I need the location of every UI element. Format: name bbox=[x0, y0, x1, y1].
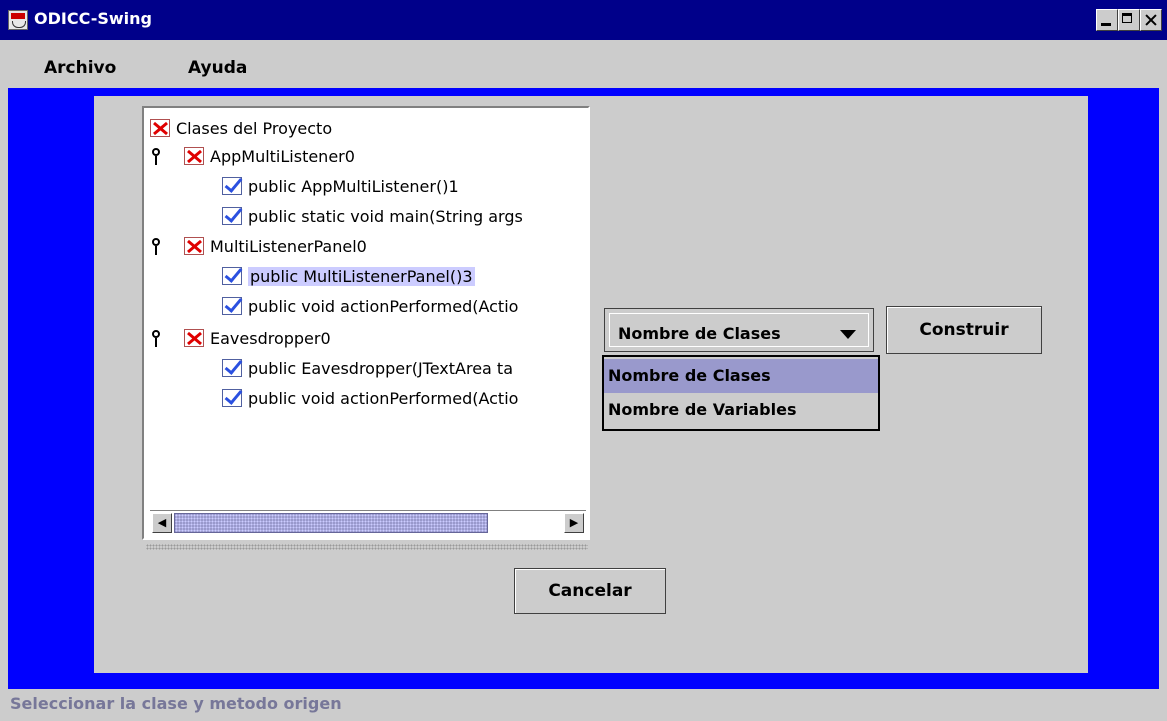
class-error-icon bbox=[150, 119, 170, 137]
chevron-down-icon[interactable] bbox=[840, 330, 856, 339]
combo-dropdown-list: Nombre de Clases Nombre de Variables bbox=[602, 355, 880, 431]
class-error-icon bbox=[184, 147, 204, 165]
window-title: ODICC-Swing bbox=[34, 9, 152, 28]
class-tree[interactable]: Clases del Proyecto AppMultiListener0 pu… bbox=[142, 106, 590, 540]
scroll-thumb[interactable] bbox=[174, 513, 488, 533]
method-check-icon bbox=[222, 177, 242, 195]
method-check-icon bbox=[222, 359, 242, 377]
menu-bar: Archivo Ayuda bbox=[0, 40, 1167, 88]
tree-method-row-selected[interactable]: public MultiListenerPanel()3 bbox=[222, 264, 475, 288]
combo-selected-value: Nombre de Clases bbox=[618, 324, 781, 343]
cancelar-button[interactable]: Cancelar bbox=[514, 568, 666, 614]
tree-method-label: public MultiListenerPanel()3 bbox=[248, 266, 475, 286]
scroll-right-icon[interactable]: ▶ bbox=[564, 513, 584, 533]
status-bar-text: Seleccionar la clase y metodo origen bbox=[10, 694, 342, 713]
method-check-icon bbox=[222, 389, 242, 407]
option-nombre-de-clases[interactable]: Nombre de Clases bbox=[604, 359, 878, 393]
resize-grip[interactable] bbox=[146, 544, 588, 550]
construir-button[interactable]: Construir bbox=[886, 306, 1042, 354]
class-error-icon bbox=[184, 237, 204, 255]
minimize-button[interactable] bbox=[1096, 9, 1118, 31]
tree-method-row[interactable]: public void actionPerformed(Actio bbox=[222, 294, 518, 318]
close-button[interactable] bbox=[1140, 9, 1162, 31]
tree-method-label: public static void main(String args bbox=[248, 206, 523, 226]
method-check-icon bbox=[222, 297, 242, 315]
tree-horizontal-scrollbar[interactable]: ◀ ▶ bbox=[150, 510, 586, 535]
tree-expand-handle-icon[interactable] bbox=[150, 330, 162, 348]
name-type-select[interactable]: Nombre de Clases bbox=[604, 308, 874, 352]
class-error-icon bbox=[184, 329, 204, 347]
tree-method-row[interactable]: public void actionPerformed(Actio bbox=[222, 386, 518, 410]
maximize-button[interactable] bbox=[1118, 9, 1140, 31]
combo-field[interactable]: Nombre de Clases bbox=[609, 313, 869, 347]
tree-method-row[interactable]: public static void main(String args bbox=[222, 204, 523, 228]
tree-method-label: public AppMultiListener()1 bbox=[248, 176, 459, 196]
tree-class-row[interactable]: MultiListenerPanel0 bbox=[184, 234, 367, 258]
tree-expand-handle-icon[interactable] bbox=[150, 148, 162, 166]
option-nombre-de-variables[interactable]: Nombre de Variables bbox=[604, 393, 878, 427]
title-bar: ODICC-Swing bbox=[0, 0, 1167, 40]
tree-method-label: public void actionPerformed(Actio bbox=[248, 296, 519, 316]
menu-ayuda[interactable]: Ayuda bbox=[188, 58, 247, 78]
scroll-left-icon[interactable]: ◀ bbox=[152, 513, 172, 533]
tree-root[interactable]: Clases del Proyecto bbox=[150, 116, 332, 140]
tree-class-row[interactable]: Eavesdropper0 bbox=[184, 326, 331, 350]
tree-root-label: Clases del Proyecto bbox=[176, 118, 333, 138]
tree-method-row[interactable]: public AppMultiListener()1 bbox=[222, 174, 459, 198]
tree-method-row[interactable]: public Eavesdropper(JTextArea ta bbox=[222, 356, 513, 380]
tree-method-label: public void actionPerformed(Actio bbox=[248, 388, 519, 408]
tree-expand-handle-icon[interactable] bbox=[150, 238, 162, 256]
tree-class-label: MultiListenerPanel0 bbox=[210, 236, 367, 256]
tree-method-label: public Eavesdropper(JTextArea ta bbox=[248, 358, 513, 378]
method-check-icon bbox=[222, 207, 242, 225]
menu-archivo[interactable]: Archivo bbox=[44, 58, 116, 78]
tree-class-label: AppMultiListener0 bbox=[210, 146, 355, 166]
java-cup-icon bbox=[8, 10, 28, 30]
method-check-icon bbox=[222, 267, 242, 285]
tree-class-row[interactable]: AppMultiListener0 bbox=[184, 144, 355, 168]
tree-class-label: Eavesdropper0 bbox=[210, 328, 331, 348]
